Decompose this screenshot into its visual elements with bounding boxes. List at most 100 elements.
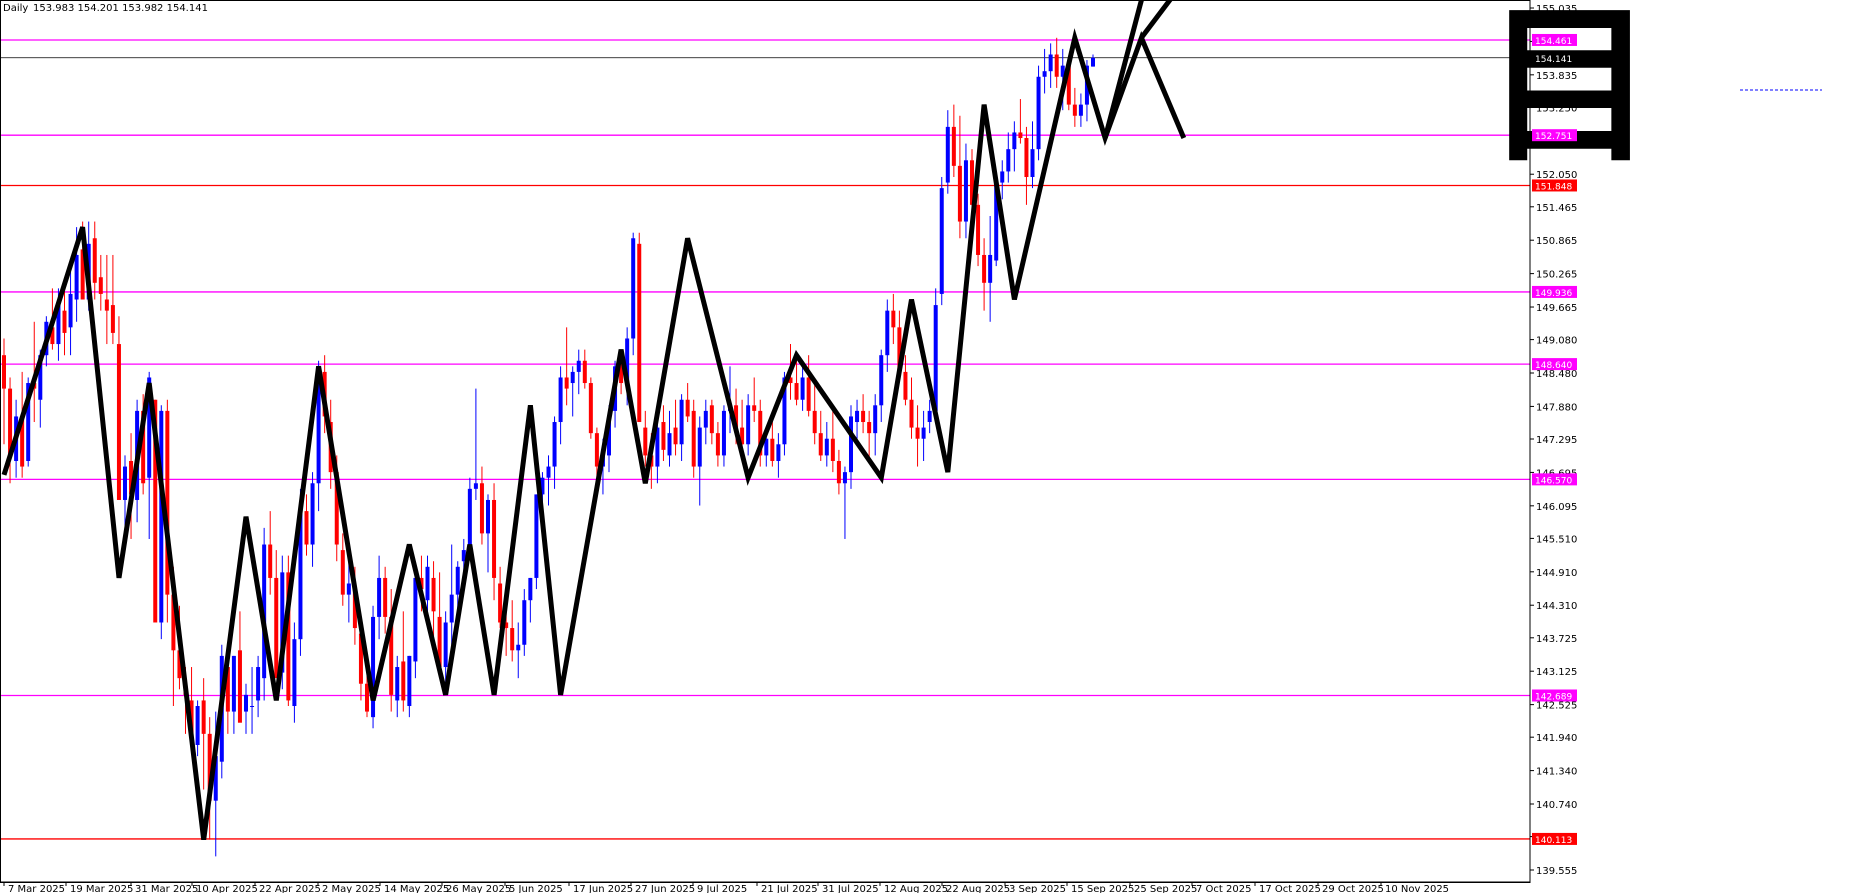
price-tick-label-24: 140.740 [1536,800,1577,811]
date-tick-label-19: 7 Oct 2025 [1196,884,1251,893]
candle-body-143 [867,422,872,434]
candle-body-98 [594,433,599,467]
level-label-3: 149.936 [1535,289,1572,299]
candle-body-133 [806,377,811,411]
candle-body-57 [346,583,351,595]
date-tick-label-16: 3 Sep 2025 [1009,884,1066,893]
date-tick-label-8: 5 Jun 2025 [509,884,563,893]
candle-body-91 [552,422,557,467]
level-label-5: 146.570 [1535,476,1572,486]
candle-body-17 [104,299,109,311]
candle-body-11 [68,293,73,328]
candle-body-155 [939,188,944,294]
candle-body-68 [413,577,418,662]
candle-body-171 [1036,76,1041,150]
candle-body-163 [988,254,993,283]
candle-body-73 [443,622,448,668]
candle-body-113 [685,399,690,417]
price-tick-label-15: 146.095 [1536,502,1577,513]
candle-body-0 [2,355,6,389]
candle-body-118 [715,433,720,456]
candle-body-110 [667,433,672,456]
candle-body-56 [340,550,345,595]
candle-body-75 [455,566,460,595]
candle-body-92 [558,377,563,423]
date-tick-label-6: 14 May 2025 [384,884,449,893]
level-label-1: 152.751 [1535,132,1572,142]
current-price-label: 154.141 [1535,55,1572,65]
candle-body-131 [794,383,799,400]
candle-body-104 [631,238,636,339]
chart-header: Daily 153.983 154.201 153.982 154.141 [3,3,208,14]
candle-body-116 [703,410,708,428]
candle-body-85 [516,644,521,651]
date-tick-label-13: 31 Jul 2025 [822,884,879,893]
candle-body-42 [256,667,261,701]
candle-body-79 [479,483,484,534]
candle-body-146 [885,310,890,356]
date-tick-label-12: 21 Jul 2025 [761,884,818,893]
candle-body-86 [522,600,527,645]
date-tick-label-4: 22 Apr 2025 [259,884,321,893]
date-tick-label-5: 2 May 2025 [322,884,381,893]
candle-body-18 [110,305,115,333]
candle-body-51 [310,483,315,545]
candle-body-94 [570,371,575,384]
candle-body-67 [407,655,412,707]
price-tick-label-20: 143.125 [1536,667,1577,678]
candle-body-124 [752,405,757,411]
date-tick-label-17: 15 Sep 2025 [1071,884,1134,893]
price-tick-label-9: 149.665 [1536,303,1577,314]
date-tick-label-7: 26 May 2025 [446,884,511,893]
date-tick-label-15: 22 Aug 2025 [946,884,1010,893]
candle-body-77 [467,488,472,551]
candle-body-178 [1078,104,1083,116]
price-tick-label-23: 141.340 [1536,767,1577,778]
candle-body-127 [770,438,775,461]
date-tick-label-3: 10 Apr 2025 [196,884,258,893]
candle-body-96 [582,360,587,384]
candle-body-147 [891,310,896,328]
candle-body-65 [395,667,400,701]
price-tick-label-22: 141.940 [1536,733,1577,744]
candle-body-87 [528,577,533,601]
price-tick-label-6: 151.465 [1536,203,1577,214]
candle-body-123 [746,405,751,445]
candle-body-112 [679,399,684,445]
candle-body-109 [661,422,666,450]
candle-body-134 [812,410,817,434]
candle-body-170 [1030,149,1035,178]
candle-body-128 [776,444,781,461]
level-label-6: 142.689 [1535,692,1572,702]
candle-body-150 [909,399,914,428]
date-tick-label-22: 10 Nov 2025 [1385,884,1449,893]
chart-window: 目 155.035154.435153.835153.250152.650152… [0,0,1859,893]
candle-body-88 [534,494,539,578]
candle-body-141 [855,410,860,423]
candle-body-144 [873,405,878,434]
price-tick-label-17: 144.910 [1536,568,1577,579]
price-tick-label-8: 150.265 [1536,270,1577,281]
zigzag-lines [1,0,1187,841]
candle-body-80 [486,499,490,534]
candle-body-62 [377,577,382,617]
candle-body-158 [957,165,962,222]
price-tick-label-10: 149.080 [1536,336,1577,347]
date-tick-label-11: 9 Jul 2025 [697,884,747,893]
candle-body-48 [292,639,297,707]
candle-body-142 [861,410,866,423]
candle-body-61 [371,616,376,718]
candle-body-44 [268,544,273,578]
candle-body-136 [824,438,829,456]
date-tick-label-10: 27 Jun 2025 [635,884,695,893]
candle-body-168 [1018,132,1023,139]
candle-body-132 [800,377,805,400]
candle-body-111 [673,427,678,445]
candle-body-32 [195,706,200,745]
candle-body-33 [201,700,206,734]
price-tick-label-3: 153.250 [1536,103,1577,114]
candle-body-41 [250,706,255,708]
candle-body-157 [951,126,956,166]
candle-body-153 [927,410,932,423]
candles [2,37,1095,857]
